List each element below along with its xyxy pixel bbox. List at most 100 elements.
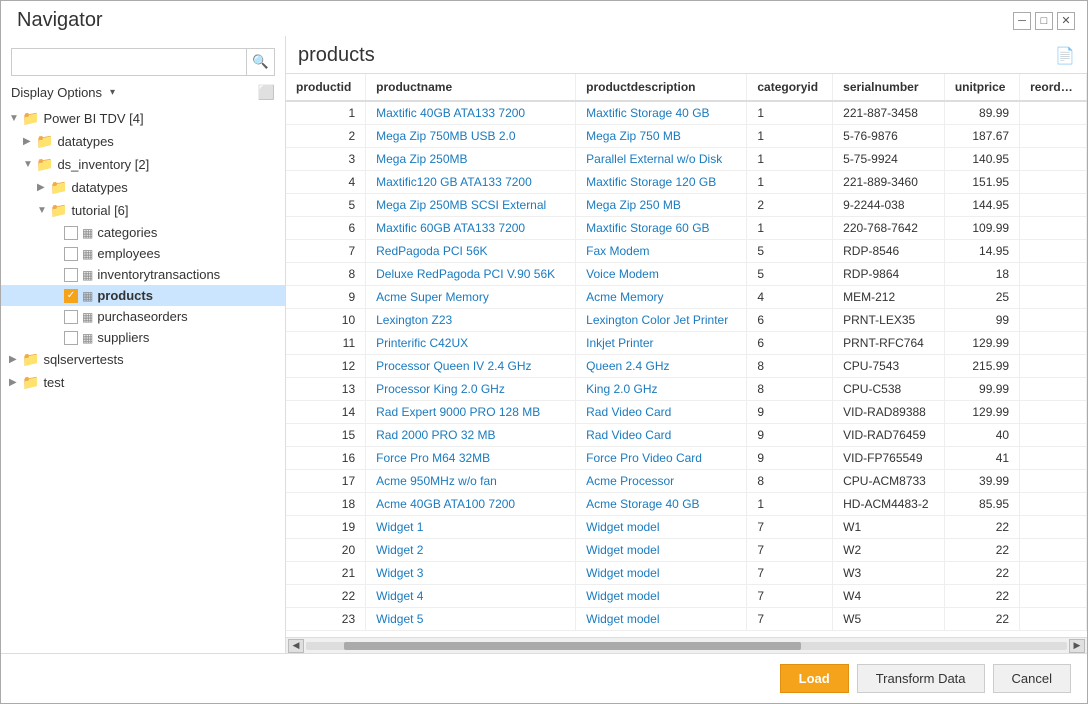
tree-item-test[interactable]: ▶ 📁 test	[1, 371, 285, 394]
tree-item-products[interactable]: ▶ ✓ ▦ products	[1, 285, 285, 306]
tree-item-categories[interactable]: ▶ ▦ categories	[1, 222, 285, 243]
table-header-row: productid productname productdescription…	[286, 74, 1087, 101]
tree-item-ds-inventory[interactable]: ▼ 📁 ds_inventory [2]	[1, 153, 285, 176]
maximize-button[interactable]: □	[1035, 12, 1053, 30]
table-cell: W3	[833, 562, 945, 585]
table-body: 1Maxtific 40GB ATA133 7200Maxtific Stora…	[286, 101, 1087, 631]
scroll-thumb[interactable]	[344, 642, 801, 650]
table-cell: Rad Expert 9000 PRO 128 MB	[366, 401, 576, 424]
table-cell: Voice Modem	[576, 263, 747, 286]
scroll-right-button[interactable]: ▶	[1069, 639, 1085, 653]
table-icon: ▦	[82, 331, 93, 345]
table-cell: RDP-9864	[833, 263, 945, 286]
export-icon-button[interactable]: 📄	[1055, 46, 1075, 66]
title-bar: Navigator ─ □ ✕	[1, 1, 1087, 36]
navigator-dialog: Navigator ─ □ ✕ 🔍 Display Options ▾ ⬜ ▼	[0, 0, 1088, 704]
table-cell: 22	[944, 539, 1019, 562]
table-cell: 8	[747, 470, 833, 493]
table-cell: Mega Zip 250 MB	[576, 194, 747, 217]
checkbox-icon[interactable]	[64, 331, 78, 345]
tree-label: inventorytransactions	[97, 267, 220, 282]
table-cell	[1020, 125, 1087, 148]
table-cell: 10	[286, 309, 366, 332]
col-serialnumber: serialnumber	[833, 74, 945, 101]
table-cell: Widget 4	[366, 585, 576, 608]
table-cell: Acme 40GB ATA100 7200	[366, 493, 576, 516]
table-cell	[1020, 493, 1087, 516]
table-cell: 8	[747, 378, 833, 401]
table-cell: Widget model	[576, 539, 747, 562]
tree-item-datatypes-2[interactable]: ▶ 📁 datatypes	[1, 176, 285, 199]
display-options-icon-button[interactable]: ⬜	[258, 84, 275, 101]
checkbox-icon[interactable]	[64, 310, 78, 324]
tree-item-tutorial[interactable]: ▼ 📁 tutorial [6]	[1, 199, 285, 222]
table-cell: 18	[286, 493, 366, 516]
transform-data-button[interactable]: Transform Data	[857, 664, 985, 693]
checkbox-icon[interactable]	[64, 226, 78, 240]
table-cell: 19	[286, 516, 366, 539]
table-container[interactable]: productid productname productdescription…	[286, 73, 1087, 637]
table-cell: 14.95	[944, 240, 1019, 263]
table-cell	[1020, 562, 1087, 585]
checkbox-checked-icon[interactable]: ✓	[64, 289, 78, 303]
table-cell	[1020, 470, 1087, 493]
checkbox-icon[interactable]	[64, 247, 78, 261]
table-cell: Force Pro Video Card	[576, 447, 747, 470]
table-cell: 25	[944, 286, 1019, 309]
right-panel: products 📄 productid productname product…	[286, 36, 1087, 653]
tree-item-purchaseorders[interactable]: ▶ ▦ purchaseorders	[1, 306, 285, 327]
table-cell: 21	[286, 562, 366, 585]
table-cell: Rad Video Card	[576, 401, 747, 424]
table-cell: 8	[747, 355, 833, 378]
table-cell: 151.95	[944, 171, 1019, 194]
minimize-button[interactable]: ─	[1013, 12, 1031, 30]
load-button[interactable]: Load	[780, 664, 849, 693]
table-row: 6Maxtific 60GB ATA133 7200Maxtific Stora…	[286, 217, 1087, 240]
table-cell: Mega Zip 250MB	[366, 148, 576, 171]
table-row: 8Deluxe RedPagoda PCI V.90 56KVoice Mode…	[286, 263, 1087, 286]
horizontal-scrollbar[interactable]: ◀ ▶	[286, 637, 1087, 653]
table-cell: 129.99	[944, 332, 1019, 355]
table-cell: 22	[944, 516, 1019, 539]
table-cell: 22	[286, 585, 366, 608]
table-row: 18Acme 40GB ATA100 7200Acme Storage 40 G…	[286, 493, 1087, 516]
table-cell: Inkjet Printer	[576, 332, 747, 355]
display-options-label[interactable]: Display Options	[11, 85, 102, 100]
folder-icon: 📁	[22, 374, 39, 391]
table-icon: ▦	[82, 289, 93, 303]
tree-item-sqlservertests[interactable]: ▶ 📁 sqlservertests	[1, 348, 285, 371]
close-button[interactable]: ✕	[1057, 12, 1075, 30]
search-input[interactable]	[12, 51, 246, 74]
table-cell: Acme 950MHz w/o fan	[366, 470, 576, 493]
table-cell: Widget model	[576, 608, 747, 631]
table-row: 9Acme Super MemoryAcme Memory4MEM-21225	[286, 286, 1087, 309]
table-row: 20Widget 2Widget model7W222	[286, 539, 1087, 562]
table-row: 12Processor Queen IV 2.4 GHzQueen 2.4 GH…	[286, 355, 1087, 378]
tree-item-employees[interactable]: ▶ ▦ employees	[1, 243, 285, 264]
cancel-button[interactable]: Cancel	[993, 664, 1071, 693]
table-cell: 7	[747, 516, 833, 539]
table-cell: Maxtific Storage 60 GB	[576, 217, 747, 240]
table-cell: 89.99	[944, 101, 1019, 125]
table-cell: 99.99	[944, 378, 1019, 401]
table-cell: Widget 1	[366, 516, 576, 539]
table-row: 23Widget 5Widget model7W522	[286, 608, 1087, 631]
checkbox-icon[interactable]	[64, 268, 78, 282]
table-row: 11Printerific C42UXInkjet Printer6PRNT-R…	[286, 332, 1087, 355]
search-button[interactable]: 🔍	[246, 49, 274, 75]
table-cell: 4	[747, 286, 833, 309]
table-cell: PRNT-LEX35	[833, 309, 945, 332]
tree-item-suppliers[interactable]: ▶ ▦ suppliers	[1, 327, 285, 348]
expand-arrow-icon: ▶	[37, 182, 47, 193]
tree-item-datatypes-1[interactable]: ▶ 📁 datatypes	[1, 130, 285, 153]
scroll-left-button[interactable]: ◀	[288, 639, 304, 653]
tree-item-power-bi[interactable]: ▼ 📁 Power BI TDV [4]	[1, 107, 285, 130]
folder-icon: 📁	[36, 133, 53, 150]
scroll-track[interactable]	[306, 642, 1067, 650]
table-cell: Maxtific 60GB ATA133 7200	[366, 217, 576, 240]
table-cell: MEM-212	[833, 286, 945, 309]
tree-item-inventorytransactions[interactable]: ▶ ▦ inventorytransactions	[1, 264, 285, 285]
table-cell: Mega Zip 750 MB	[576, 125, 747, 148]
table-cell: Acme Storage 40 GB	[576, 493, 747, 516]
table-cell: PRNT-RFC764	[833, 332, 945, 355]
